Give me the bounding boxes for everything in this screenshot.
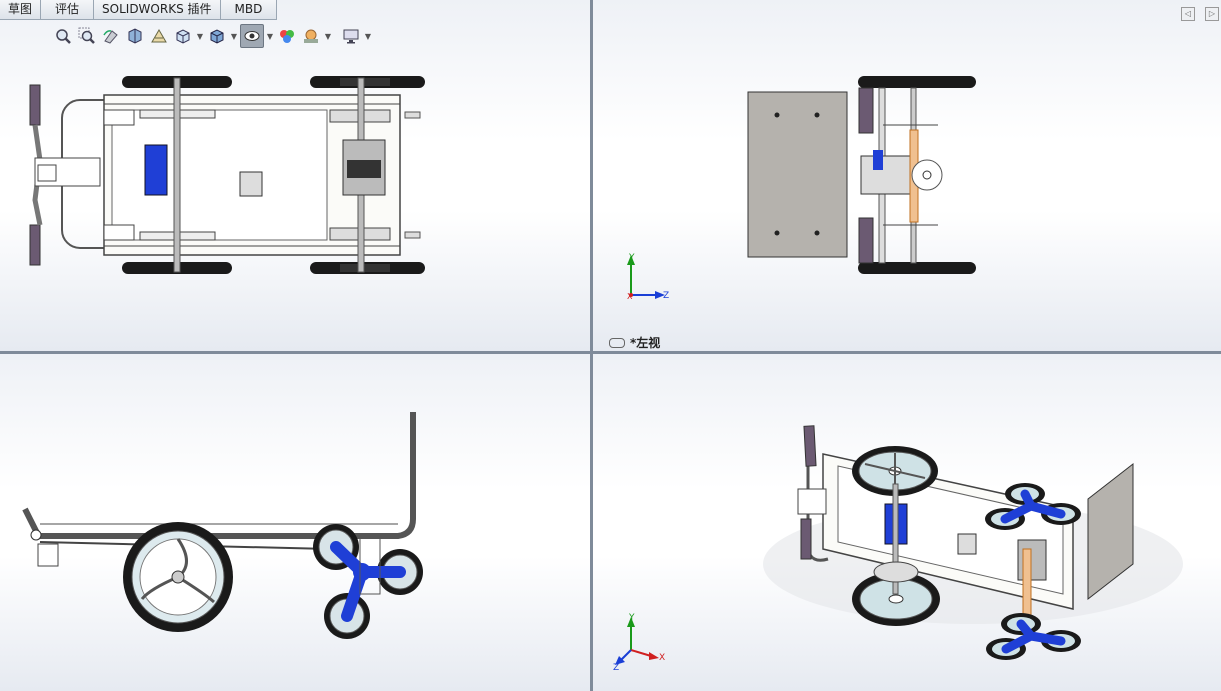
previous-view-icon[interactable]	[100, 25, 122, 47]
view-label: *左视	[609, 334, 660, 351]
tab-solidworks-addins[interactable]: SOLIDWORKS 插件	[94, 0, 221, 20]
wheel	[310, 76, 425, 88]
wheel	[310, 262, 425, 274]
back-plate	[747, 91, 848, 258]
tab-evaluate[interactable]: 评估	[41, 0, 95, 20]
viewport-isometric-view[interactable]: Y X Z	[593, 354, 1221, 691]
viewport-splitter-vertical[interactable]	[590, 0, 593, 691]
grip	[29, 84, 41, 126]
chevron-down-icon[interactable]: ▼	[230, 25, 238, 47]
tab-sketch[interactable]: 草图	[0, 0, 42, 20]
grip	[29, 224, 41, 266]
viewport-left-view[interactable]: Y Z X ◁ ▷ *左视	[593, 0, 1221, 351]
chevron-down-icon[interactable]: ▼	[324, 25, 332, 47]
section-view-icon[interactable]	[124, 25, 146, 47]
wheel	[858, 76, 976, 88]
svg-text:Z: Z	[613, 663, 619, 673]
hide-show-items-icon[interactable]	[240, 24, 264, 48]
apply-scene-icon[interactable]	[300, 25, 322, 47]
coordinate-triad: Y Z X	[627, 253, 669, 301]
svg-text:Z: Z	[663, 291, 669, 301]
chevron-down-icon[interactable]: ▼	[364, 25, 372, 47]
zoom-area-icon[interactable]	[76, 25, 98, 47]
chevron-down-icon[interactable]: ▼	[266, 25, 274, 47]
view-name-text: *左视	[630, 336, 661, 350]
svg-text:X: X	[627, 292, 633, 301]
view-orientation-icon[interactable]	[172, 25, 194, 47]
chevron-down-icon[interactable]: ▼	[196, 25, 204, 47]
viewport-front-view[interactable]	[0, 354, 590, 691]
collapse-left-icon[interactable]: ◁	[1181, 7, 1195, 21]
link-views-icon[interactable]	[609, 337, 625, 348]
edit-appearance-icon[interactable]	[276, 25, 298, 47]
zoom-to-fit-icon[interactable]	[52, 25, 74, 47]
svg-text:Y: Y	[628, 613, 635, 623]
heads-up-view-toolbar: ▼ ▼ ▼ ▼ ▼	[52, 24, 372, 48]
coordinate-triad: Y X Z	[613, 613, 665, 673]
collapse-right-icon[interactable]: ▷	[1205, 7, 1219, 21]
svg-text:Y: Y	[628, 253, 635, 263]
tab-mbd[interactable]: MBD	[220, 0, 278, 20]
wheel	[123, 522, 233, 632]
viewport-splitter-horizontal[interactable]	[0, 351, 1221, 354]
command-manager-tabs: 草图 评估 SOLIDWORKS 插件 MBD	[0, 0, 278, 20]
wheel	[858, 262, 976, 274]
display-style-icon[interactable]	[206, 25, 228, 47]
viewport-top-view[interactable]	[0, 0, 590, 351]
motor	[144, 144, 168, 196]
view-settings-icon[interactable]	[340, 25, 362, 47]
svg-text:X: X	[659, 653, 665, 663]
dynamic-annotation-icon[interactable]	[148, 25, 170, 47]
